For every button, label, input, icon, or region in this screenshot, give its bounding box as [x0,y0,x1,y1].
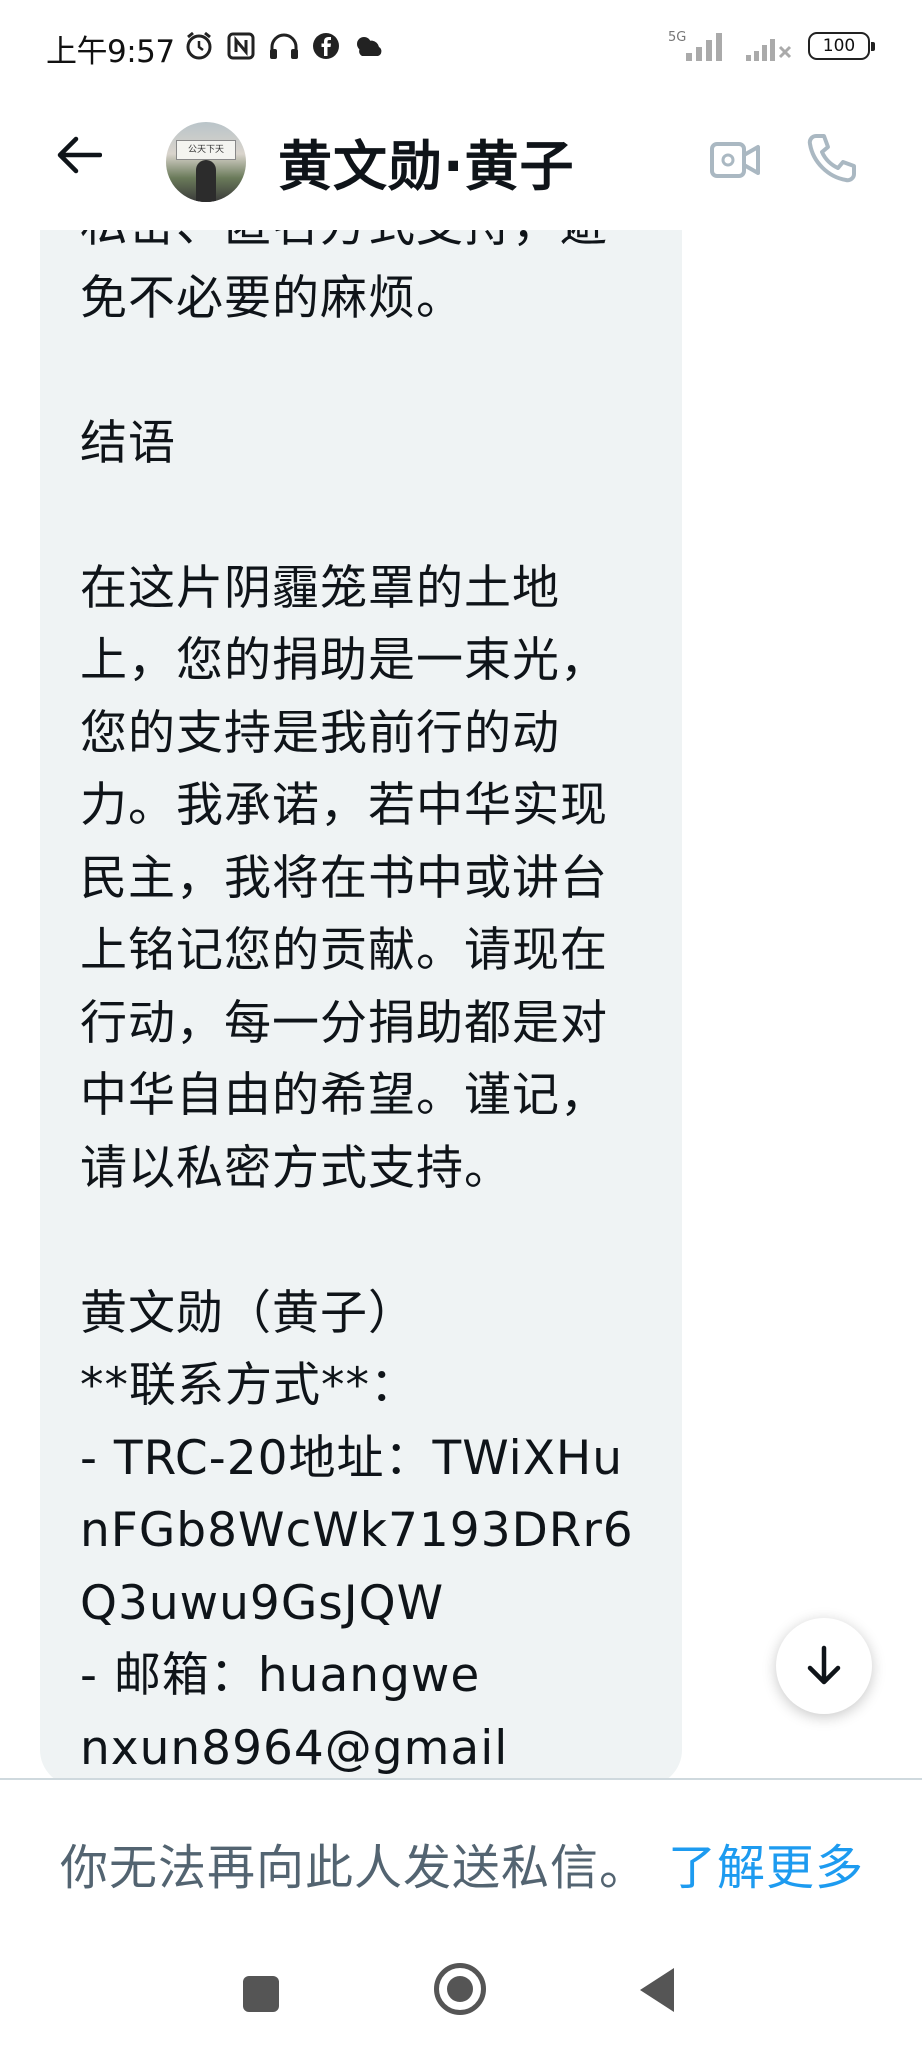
message-text: 私密、匿名方式支持，避 免不必要的麻烦。 结语 在这片阴霾笼罩的土地 上，您的捐… [80,230,634,1776]
message-bubble[interactable]: 私密、匿名方式支持，避 免不必要的麻烦。 结语 在这片阴霾笼罩的土地 上，您的捐… [40,230,682,1778]
headphones-icon [270,33,298,59]
avatar-sign: 公天下天 [176,140,236,160]
learn-more-link[interactable]: 了解更多 [668,1828,864,1898]
home-button[interactable] [434,1963,486,2015]
arrow-left-icon [57,136,102,174]
status-notification-icons [184,26,384,66]
scroll-to-bottom-button[interactable] [776,1618,872,1714]
screen: 上午9:57 5G 100 公天下天 黄文勋·黄子 免不必要的麻烦。 结语 在这… [0,0,922,2048]
alarm-clock-icon [186,31,212,60]
nfc-icon [227,32,255,60]
weather-icon [357,37,382,56]
system-back-button[interactable] [640,1968,674,2012]
network-label: 5G [668,30,686,45]
status-system-icons: 5G 100 [666,24,875,68]
home-dot-icon [447,1976,473,2002]
video-camera-icon [710,142,760,178]
signal-no-service-icon [746,39,792,61]
dm-disabled-footer: 你无法再向此人发送私信。 了解更多 [0,1780,922,1940]
avatar-person-shape [196,160,216,202]
conversation-header: 公天下天 黄文勋·黄子 [0,92,922,230]
back-button[interactable] [52,128,106,182]
signal-5g-icon: 5G [668,30,722,61]
message-list[interactable]: 私密、匿名方式支持，避 免不必要的麻烦。 结语 在这片阴霾笼罩的土地 上，您的捐… [0,230,922,1778]
facebook-icon [313,33,339,59]
battery-icon: 100 [808,32,875,60]
status-time: 上午9:57 [46,34,175,70]
arrow-down-icon [807,1645,841,1685]
dm-disabled-notice: 你无法再向此人发送私信。 [60,1840,649,1896]
status-bar: 上午9:57 5G 100 [0,0,922,92]
battery-level: 100 [822,36,856,56]
recents-button[interactable] [243,1976,279,2012]
voice-call-button[interactable] [804,130,860,186]
phone-icon [807,134,856,183]
video-call-button[interactable] [708,132,764,188]
contact-name[interactable]: 黄文勋·黄子 [278,122,575,201]
avatar[interactable]: 公天下天 [166,122,246,202]
system-nav-bar [0,1940,922,2048]
